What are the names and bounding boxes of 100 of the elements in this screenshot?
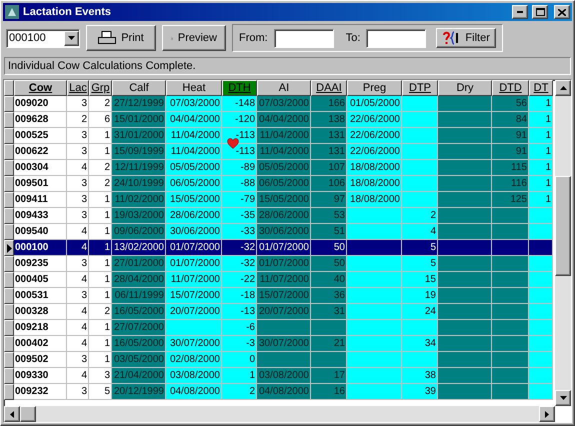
scroll-left-button[interactable] (4, 406, 20, 422)
table-cell: 000304 (14, 160, 67, 176)
from-field[interactable] (274, 28, 334, 48)
cow-select[interactable]: 000100 (6, 28, 80, 48)
from-label: From: (239, 32, 268, 44)
row-selector[interactable] (4, 320, 14, 336)
scroll-thumb[interactable] (20, 406, 36, 422)
table-cell: -89 (222, 160, 257, 176)
to-field[interactable] (366, 28, 426, 48)
preview-button[interactable]: Preview (162, 25, 226, 51)
row-selector[interactable] (4, 160, 14, 176)
up-arrow-icon (560, 86, 566, 90)
print-button[interactable]: Print (86, 25, 156, 51)
row-selector[interactable] (4, 256, 14, 272)
table-cell: 000622 (14, 144, 67, 160)
row-selector[interactable] (4, 272, 14, 288)
table-cell: 4 (67, 368, 89, 384)
row-selector[interactable] (4, 192, 14, 208)
table-cell: 15/01/2000 (112, 112, 166, 128)
table-cell: -32 (222, 240, 257, 256)
table-cell: 19 (402, 288, 438, 304)
table-cell: 1 (89, 224, 112, 240)
column-header[interactable]: Cow (14, 80, 67, 96)
row-selector[interactable] (4, 384, 14, 400)
table-cell: 28/04/2000 (112, 272, 166, 288)
table-cell: 15 (402, 272, 438, 288)
row-selector[interactable] (4, 128, 14, 144)
table-cell: 12/11/1999 (112, 160, 166, 176)
scroll-down-button[interactable] (555, 390, 571, 406)
vertical-scrollbar[interactable] (555, 80, 571, 406)
table-cell: 28/06/2000 (166, 208, 222, 224)
table-cell: 05/05/2000 (166, 160, 222, 176)
row-selector[interactable] (4, 240, 14, 256)
table-cell: 009411 (14, 192, 67, 208)
table-cell: 11/02/2000 (112, 192, 166, 208)
maximize-button[interactable] (532, 5, 548, 19)
row-selector[interactable] (4, 208, 14, 224)
table-cell: 4 (67, 336, 89, 352)
table-cell: -120 (222, 112, 257, 128)
table-cell: 15/07/2000 (257, 288, 311, 304)
dropdown-button[interactable] (64, 30, 79, 46)
row-selector[interactable] (4, 352, 14, 368)
scroll-thumb[interactable] (555, 176, 571, 276)
row-selector[interactable] (4, 96, 14, 112)
table-cell: 21 (311, 336, 347, 352)
scroll-up-button[interactable] (555, 80, 571, 96)
table-cell: 2 (402, 208, 438, 224)
table-cell: 2 (67, 112, 89, 128)
table-cell: 22/06/2000 (347, 112, 402, 128)
column-header[interactable]: AI (257, 80, 311, 96)
column-header[interactable]: DT (529, 80, 553, 96)
table-cell: 4 (67, 304, 89, 320)
table-cell: 27/07/2000 (112, 320, 166, 336)
column-header[interactable]: Heat (166, 80, 222, 96)
column-header[interactable]: DTD (492, 80, 529, 96)
table-cell: 20/07/2000 (257, 304, 311, 320)
minimize-button[interactable] (512, 5, 528, 19)
row-selector[interactable] (4, 176, 14, 192)
table-cell: 38 (402, 368, 438, 384)
table-cell: 04/04/2000 (166, 112, 222, 128)
table-cell: 1 (89, 240, 112, 256)
column-header[interactable]: Calf (112, 80, 166, 96)
column-header[interactable]: Preg (347, 80, 402, 96)
row-selector[interactable] (4, 368, 14, 384)
table-cell: 009628 (14, 112, 67, 128)
filter-button[interactable]: Filter (436, 28, 496, 48)
table-cell: 07/03/2000 (166, 96, 222, 112)
row-selector[interactable] (4, 144, 14, 160)
scroll-right-button[interactable] (539, 406, 555, 422)
table-cell: -113 (222, 144, 257, 160)
table-cell: 3 (89, 368, 112, 384)
column-header[interactable]: DTH (222, 80, 257, 96)
row-selector[interactable] (4, 224, 14, 240)
horizontal-scrollbar[interactable] (4, 406, 555, 422)
column-header[interactable]: DTP (402, 80, 438, 96)
column-header[interactable]: Lac (67, 80, 89, 96)
row-selector[interactable] (4, 336, 14, 352)
row-selector[interactable] (4, 304, 14, 320)
table-cell: 27/12/1999 (112, 96, 166, 112)
table-cell: 3 (67, 176, 89, 192)
caret-icon (68, 36, 75, 40)
table-cell: 04/04/2000 (257, 112, 311, 128)
status-message: Individual Cow Calculations Complete. (4, 57, 571, 75)
table-cell: 2 (222, 384, 257, 400)
table-cell: 131 (311, 144, 347, 160)
table-cell: 4 (67, 224, 89, 240)
table-cell: 11/04/2000 (257, 128, 311, 144)
row-selector[interactable] (4, 288, 14, 304)
close-button[interactable] (554, 5, 570, 19)
column-header[interactable]: Dry (438, 80, 492, 96)
maximize-icon (536, 8, 544, 16)
table-cell: 4 (67, 272, 89, 288)
table-cell: 31 (311, 304, 347, 320)
table-cell: 2 (89, 160, 112, 176)
current-row-icon (6, 244, 12, 252)
row-selector[interactable] (4, 112, 14, 128)
table-cell: 3 (67, 192, 89, 208)
column-header[interactable]: DAAI (311, 80, 347, 96)
column-header[interactable]: Grp (89, 80, 112, 96)
heart-cursor-icon (227, 138, 239, 149)
